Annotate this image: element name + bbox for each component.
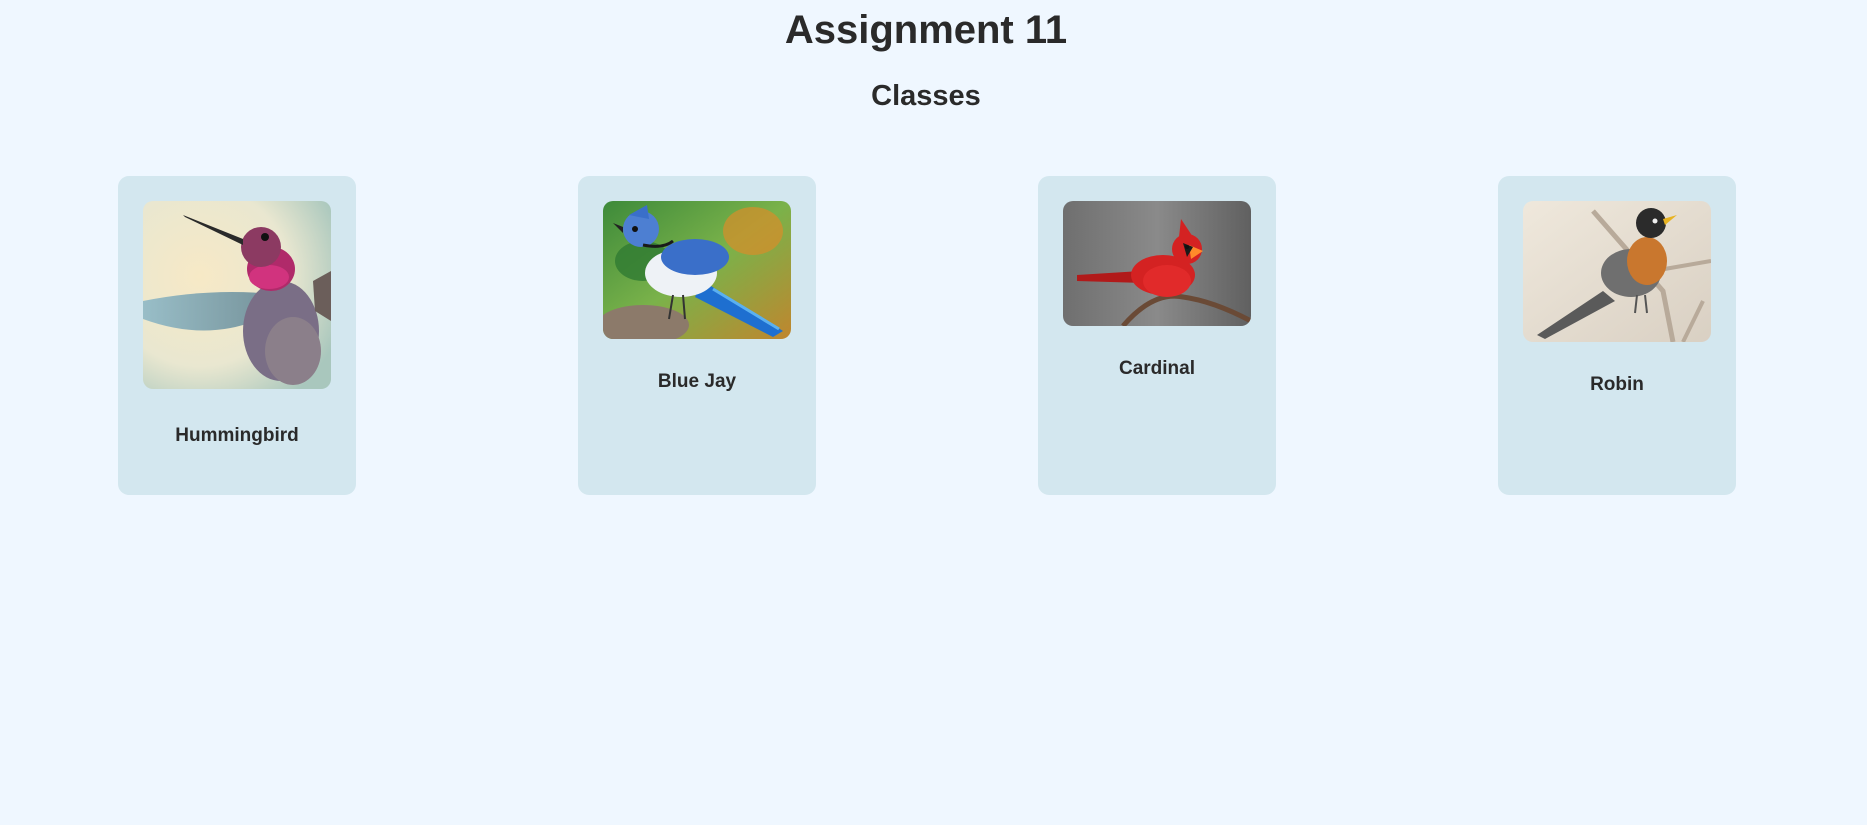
- page-title: Assignment 11: [784, 8, 1068, 52]
- bird-card-blue-jay: Blue Jay: [578, 176, 816, 495]
- bird-name-cardinal: Cardinal: [1118, 358, 1196, 379]
- bird-card-cardinal: Cardinal: [1038, 176, 1276, 495]
- hummingbird-photo: [143, 201, 331, 389]
- section-title: Classes: [871, 80, 981, 112]
- cardinal-photo: [1063, 201, 1251, 326]
- bird-card-robin: Robin: [1498, 176, 1736, 495]
- bird-card-hummingbird: Hummingbird: [118, 176, 356, 495]
- blue-jay-photo: [603, 201, 791, 339]
- bird-name-robin: Robin: [1590, 374, 1644, 395]
- robin-photo: [1523, 201, 1711, 342]
- bird-name-blue-jay: Blue Jay: [657, 371, 737, 392]
- bird-name-hummingbird: Hummingbird: [175, 425, 299, 446]
